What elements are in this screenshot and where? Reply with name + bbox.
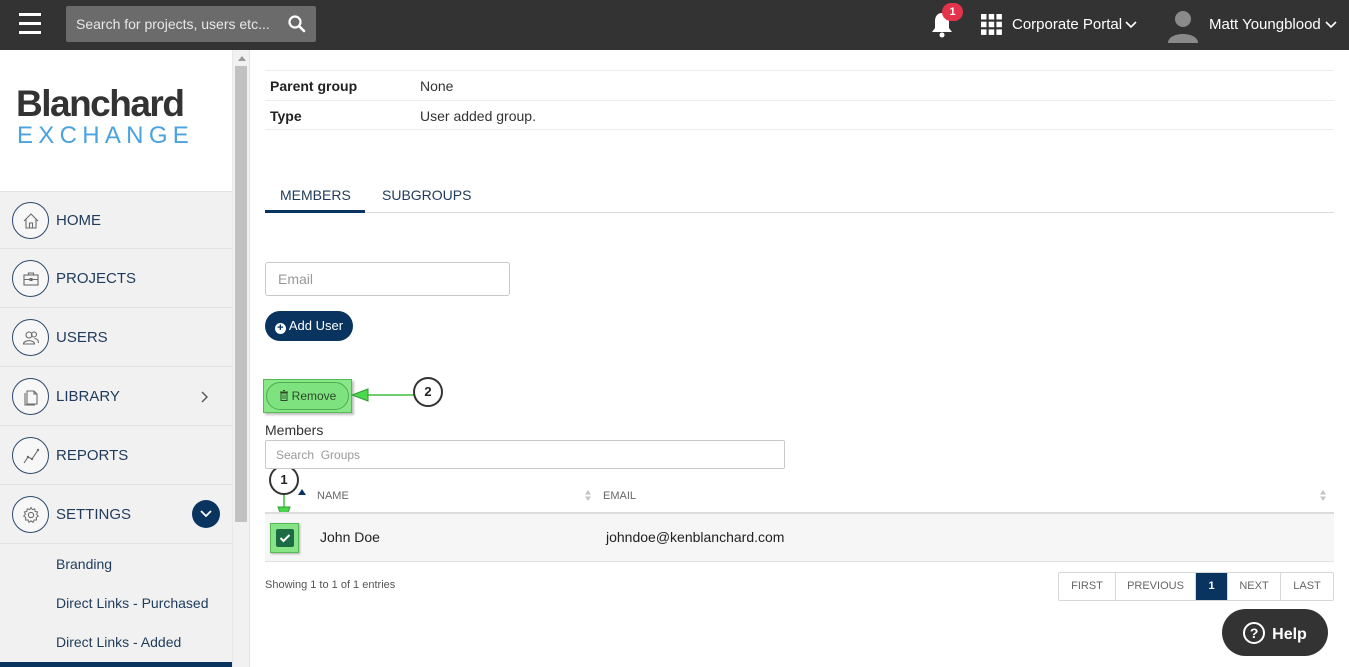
sort-icon[interactable] — [1320, 490, 1326, 501]
plus-circle-icon: + — [274, 323, 286, 334]
pagination: FIRST PREVIOUS 1 NEXT LAST — [1058, 572, 1334, 601]
member-email: johndoe@kenblanchard.com — [606, 529, 785, 545]
remove-highlight: Remove — [263, 379, 352, 413]
member-name: John Doe — [320, 529, 380, 545]
sidebar-item-projects[interactable]: PROJECTS — [0, 250, 232, 308]
trash-icon — [279, 390, 288, 401]
global-search-input[interactable] — [66, 6, 286, 42]
avatar[interactable] — [1166, 7, 1200, 43]
sidebar-subitem-direct-links-purchased[interactable]: Direct Links - Purchased — [56, 595, 209, 611]
tabs-divider — [265, 212, 1334, 213]
tab-subgroups[interactable]: SUBGROUPS — [382, 187, 471, 203]
entries-info: Showing 1 to 1 of 1 entries — [265, 579, 396, 591]
callout-step-2: 2 — [413, 377, 443, 407]
members-heading: Members — [265, 422, 324, 438]
sort-asc-icon[interactable] — [298, 488, 306, 496]
logo-wordmark-bottom: EXCHANGE — [17, 122, 195, 149]
column-header-email[interactable]: EMAIL — [603, 490, 636, 502]
menu-icon[interactable] — [19, 13, 41, 35]
sort-icon[interactable] — [585, 490, 591, 501]
divider — [249, 50, 250, 667]
settings-collapse-button[interactable] — [192, 500, 220, 528]
sidebar-item-settings[interactable]: SETTINGS — [0, 486, 232, 544]
search-icon[interactable] — [288, 15, 306, 33]
sidebar-item-library[interactable]: LIBRARY — [0, 368, 232, 426]
remove-button[interactable]: Remove — [266, 382, 349, 410]
chevron-down-icon[interactable] — [1325, 21, 1337, 29]
chevron-right-icon[interactable] — [201, 391, 209, 403]
global-search — [66, 6, 316, 42]
sidebar-item-reports[interactable]: REPORTS — [0, 427, 232, 485]
callout-step-1: 1 — [269, 465, 299, 495]
checkmark-icon — [279, 534, 291, 543]
users-icon — [22, 331, 40, 345]
user-menu[interactable]: Matt Youngblood — [1209, 16, 1321, 33]
table-row[interactable] — [265, 514, 1334, 562]
sidebar: Blanchard EXCHANGE HOME PROJECTS USERS L… — [0, 50, 232, 667]
chevron-down-icon[interactable] — [1125, 21, 1137, 29]
page-1[interactable]: 1 — [1196, 573, 1228, 600]
notification-badge: 1 — [942, 3, 963, 21]
chart-line-icon — [23, 448, 40, 464]
sidebar-item-users[interactable]: USERS — [0, 309, 232, 367]
tab-members[interactable]: MEMBERS — [280, 187, 351, 203]
page-previous[interactable]: PREVIOUS — [1116, 573, 1196, 600]
type-row: Type User added group. — [265, 100, 1334, 130]
parent-group-row: Parent group None — [265, 70, 1334, 100]
checkbox-highlight — [270, 523, 299, 553]
active-tab-indicator — [265, 210, 365, 213]
add-user-button[interactable]: + Add User — [265, 311, 353, 341]
top-bar: 1 Corporate Portal Matt Youngblood — [0, 0, 1349, 50]
gear-icon — [22, 506, 40, 524]
scroll-thumb[interactable] — [235, 66, 247, 522]
members-search-input[interactable] — [265, 440, 785, 469]
sidebar-subitem-direct-links-added[interactable]: Direct Links - Added — [56, 634, 181, 650]
briefcase-icon — [23, 272, 39, 286]
question-icon: ? — [1243, 621, 1266, 644]
scroll-up-icon[interactable] — [238, 56, 246, 61]
sidebar-subitem-branding[interactable]: Branding — [56, 556, 112, 572]
sidebar-item-home[interactable]: HOME — [0, 191, 232, 249]
logo[interactable]: Blanchard EXCHANGE — [0, 50, 232, 191]
page-last[interactable]: LAST — [1281, 573, 1333, 600]
home-icon — [23, 213, 39, 229]
sidebar-scrollbar[interactable] — [232, 50, 249, 667]
logo-wordmark-top: Blanchard — [16, 83, 185, 124]
page-first[interactable]: FIRST — [1059, 573, 1116, 600]
column-header-name[interactable]: NAME — [317, 490, 349, 502]
chevron-down-icon — [200, 510, 212, 518]
page-next[interactable]: NEXT — [1228, 573, 1281, 600]
apps-grid-icon[interactable] — [981, 14, 1002, 35]
email-field[interactable] — [265, 262, 510, 296]
document-icon — [24, 390, 38, 406]
help-button[interactable]: ? Help — [1222, 609, 1328, 656]
row-checkbox[interactable] — [276, 529, 294, 547]
portal-selector[interactable]: Corporate Portal — [1012, 16, 1122, 33]
active-item-indicator — [0, 662, 232, 667]
